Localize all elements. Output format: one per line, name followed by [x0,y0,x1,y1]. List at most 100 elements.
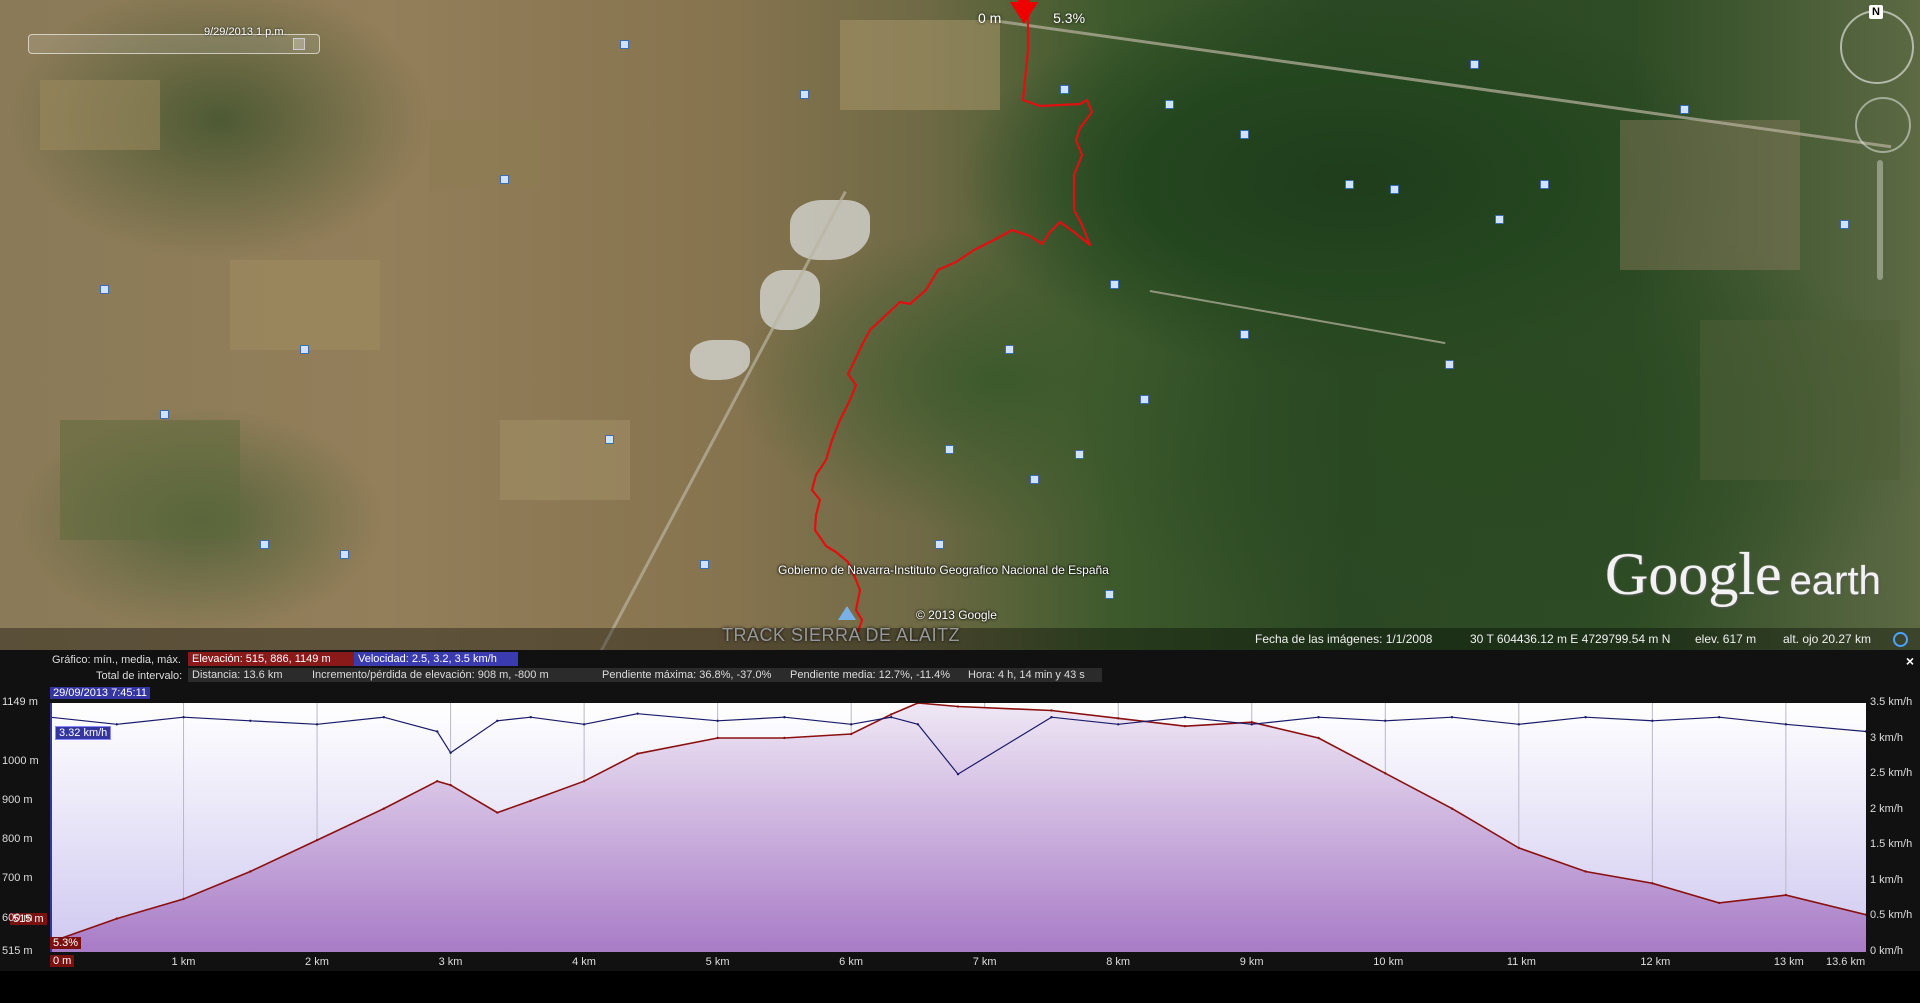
status-bar: Fecha de las imágenes: 1/1/2008 30 T 604… [0,628,1920,650]
elevation-point [1651,882,1654,885]
elevation-point [849,732,853,736]
speed-tick-label: 2 km/h [1870,802,1904,815]
speed-point [1450,716,1454,719]
speed-point [849,723,853,726]
time-slider-handle[interactable] [293,38,305,50]
speed-chip[interactable]: Velocidad: 2.5, 3.2, 3.5 km/h [354,652,518,666]
elevation-point [1050,709,1053,712]
cursor-timestamp: 29/09/2013 7:45:11 [50,687,150,699]
distance-tick-label: 13.6 km [1826,956,1866,968]
gain-loss-stat: Incremento/pérdida de elevación: 908 m, … [308,668,598,682]
zoom-slider[interactable] [1877,160,1883,280]
elevation-point [1517,846,1521,850]
interval-label: Total de intervalo: [96,670,183,682]
speed-point [716,719,719,722]
elevation-tick-label: 1149 m [2,696,38,708]
elevation-point [315,838,319,842]
speed-point [890,716,893,719]
elevation-point [249,870,252,873]
elevation-tick-label: 800 m [2,833,33,846]
speed-point [956,772,960,776]
speed-tick-label: 3 km/h [1870,731,1904,744]
speed-point [1584,716,1587,719]
look-joystick[interactable] [1855,97,1911,153]
speed-point [783,716,786,719]
max-slope-stat: Pendiente máxima: 36.8%, -37.0% [598,668,786,682]
speed-point [1250,723,1253,726]
speed-point [1517,723,1521,726]
speed-tick-label: 2.5 km/h [1870,767,1913,780]
elevation-point [529,799,532,802]
elevation-point [1384,772,1387,775]
distance-tick-label: 3 km [438,956,463,968]
distance-tick-label: 11 km [1506,956,1536,968]
speed-point [115,723,118,726]
elevation-point [436,779,439,783]
elevation-point [636,752,639,755]
speed-point [1651,719,1654,722]
distance-tick-label: 12 km [1640,956,1671,968]
north-button[interactable]: N [1869,5,1883,19]
speed-point [1050,716,1053,719]
speed-point [529,716,532,719]
camera-position-icon [838,606,856,620]
compass-ring[interactable] [1840,10,1914,84]
marker-distance: 0 m [978,10,1002,26]
elevation-tick-label: 600 m [2,911,33,924]
close-icon[interactable]: × [1906,653,1914,669]
elevation-point [382,807,386,810]
distance-tick-label: 8 km [1106,956,1131,968]
speed-point [636,712,639,715]
speed-tick-label: 3.5 km/h [1870,696,1913,708]
speed-tick-label: 1 km/h [1870,873,1904,886]
speed-point [1384,719,1387,722]
speed-tick-label: 0 km/h [1870,945,1904,957]
elevation-point [1450,807,1454,810]
distance-stat: Distancia: 13.6 km [188,668,308,682]
elevation-point [1717,901,1721,905]
elevation-point [1183,724,1187,728]
speed-point [1117,723,1120,726]
elevation-tick-label: 700 m [2,872,33,885]
elevation-tick-label: 515 m [2,945,33,957]
eye-altitude: alt. ojo 20.27 km [1783,632,1872,646]
distance-tick-label: 2 km [305,956,329,968]
elevation-readout: elev. 617 m [1695,632,1757,646]
speed-tick-label: 0.5 km/h [1870,909,1913,922]
speed-point [582,723,586,726]
streaming-status-icon [1893,632,1908,647]
elevation-point [115,917,118,920]
marker-slope: 5.3% [1053,10,1086,26]
distance-tick-label: 4 km [572,956,596,968]
speed-tick-label: 1.5 km/h [1870,838,1913,851]
elevation-tick-label: 1000 m [2,754,39,767]
attribution-text: Gobierno de Navarra-Instituto Geografico… [778,563,1109,577]
satellite-map[interactable]: 9/29/2013 1 p.m. 0 m 5.3% N Gobierno de … [0,0,1920,650]
speed-point [436,730,439,733]
elevation-point [1117,717,1120,720]
elevation-chip[interactable]: Elevación: 515, 886, 1149 m [188,652,356,666]
speed-point [249,719,252,722]
position-marker-labels: 0 m 5.3% [978,10,1085,26]
distance-tick-label: 6 km [839,956,864,968]
elevation-point [890,713,893,716]
speed-point [1784,723,1788,726]
distance-tick-label: 5 km [705,956,730,968]
elevation-profile-panel[interactable]: Gráfico: mín., media, máx. Elevación: 51… [0,650,1920,971]
speed-point [449,751,452,754]
elevation-point [783,736,786,740]
distance-tick-label: 13 km [1773,956,1804,968]
elevation-tick-label: 900 m [2,793,33,806]
elevation-point [582,779,586,783]
logo-google: Google [1605,541,1782,607]
time-stat: Hora: 4 h, 14 min y 43 s [964,668,1102,682]
speed-point [1317,716,1320,719]
speed-point [496,719,499,722]
cursor-slope: 5.3% [50,937,82,949]
coordinates: 30 T 604436.12 m E 4729799.54 m N [1470,632,1671,646]
elevation-point [1250,721,1253,724]
logo-earth: earth [1789,559,1881,603]
speed-point [382,716,386,719]
elevation-point [182,897,185,901]
time-label: 9/29/2013 1 p.m. [204,26,287,38]
